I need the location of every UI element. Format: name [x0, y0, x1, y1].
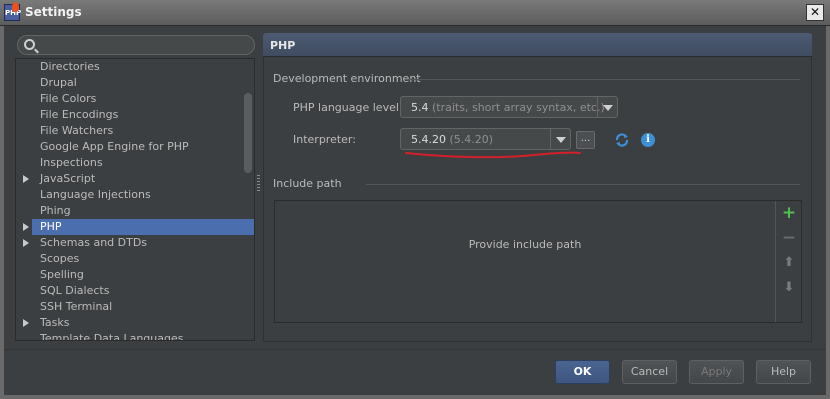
tree-item-label: JavaScript	[40, 172, 96, 185]
chevron-down-icon[interactable]	[550, 129, 570, 149]
dev-env-group-title: Development environment	[273, 72, 421, 85]
tree-item-label: File Colors	[40, 92, 97, 105]
tree-item-label: Spelling	[40, 268, 84, 281]
tree-item[interactable]: Template Data Languages	[16, 331, 242, 341]
ok-button[interactable]: OK	[555, 360, 610, 384]
chevron-down-icon[interactable]	[597, 97, 617, 117]
help-button[interactable]: Help	[756, 360, 811, 384]
interpreter-label: Interpreter:	[293, 133, 356, 146]
expand-arrow-icon[interactable]	[23, 319, 29, 327]
move-up-icon[interactable]: ⬆	[781, 255, 797, 271]
language-level-value: 5.4	[411, 101, 429, 114]
tree-item-label: SSH Terminal	[40, 300, 113, 313]
tree-item-label: File Watchers	[40, 124, 114, 137]
panel-header: PHP	[263, 33, 812, 57]
tree-item[interactable]: SSH Terminal	[16, 299, 242, 315]
tree-item[interactable]: Inspections	[16, 155, 242, 171]
red-annotation-underline	[405, 151, 581, 159]
include-path-empty-text: Provide include path	[468, 238, 582, 251]
tree-item[interactable]: SQL Dialects	[16, 283, 242, 299]
cancel-button[interactable]: Cancel	[622, 360, 677, 384]
include-path-toolbar: + − ⬆ ⬇	[775, 201, 801, 322]
tree-item[interactable]: Scopes	[16, 251, 242, 267]
page-title: PHP	[270, 39, 296, 52]
tree-item[interactable]: Directories	[16, 59, 242, 75]
tree-item-label: Drupal	[40, 76, 77, 89]
settings-tree[interactable]: Template Data Languages Tasks SSH Terminal…	[15, 58, 255, 341]
add-icon[interactable]: +	[781, 205, 797, 222]
interpreter-hint: (5.4.20)	[449, 133, 494, 146]
tree-item[interactable]: Drupal	[16, 75, 242, 91]
splitter-handle[interactable]	[257, 175, 260, 193]
tree-item-label: Template Data Languages	[40, 332, 184, 341]
expand-arrow-icon[interactable]	[23, 239, 29, 247]
tree-item-label: Scopes	[40, 252, 80, 265]
tree-item[interactable]: File Encodings	[16, 107, 242, 123]
tree-item-label: Schemas and DTDs	[40, 236, 148, 249]
tree-item[interactable]: Phing	[16, 203, 242, 219]
tree-item-label: Directories	[40, 60, 100, 73]
close-button[interactable]: ✕	[806, 4, 824, 21]
flame-icon	[12, 2, 19, 12]
tree-item[interactable]: Google App Engine for PHP	[16, 139, 242, 155]
tree-item-label: SQL Dialects	[40, 284, 110, 297]
close-icon: ✕	[809, 5, 821, 19]
tree-scrollbar[interactable]	[244, 93, 252, 173]
remove-icon[interactable]: −	[781, 230, 797, 247]
footer-divider	[4, 349, 826, 350]
include-path-group-title: Include path	[273, 177, 342, 190]
title-bar: PHP Settings ✕	[0, 0, 830, 26]
move-down-icon[interactable]: ⬇	[781, 280, 797, 296]
tree-item[interactable]: Tasks	[16, 315, 242, 331]
tree-item-label: File Encodings	[40, 108, 119, 121]
language-level-hint: (traits, short array syntax, etc.)	[432, 101, 605, 114]
apply-button[interactable]: Apply	[689, 360, 744, 384]
tree-item-label: PHP	[40, 220, 62, 233]
interpreter-value: 5.4.20	[411, 133, 446, 146]
include-path-list[interactable]: Provide include path + − ⬆ ⬇	[274, 200, 802, 323]
sync-icon[interactable]	[614, 132, 630, 148]
tree-item-label: Tasks	[40, 316, 70, 329]
tree-item[interactable]: Language Injections	[16, 187, 242, 203]
tree-item-label: Language Injections	[40, 188, 151, 201]
search-icon	[24, 39, 35, 50]
tree-item[interactable]: File Watchers	[16, 123, 242, 139]
tree-item[interactable]: File Colors	[16, 91, 242, 107]
language-level-label: PHP language level:	[293, 101, 403, 114]
window-title: Settings	[25, 5, 82, 19]
expand-arrow-icon[interactable]	[23, 175, 29, 183]
tree-item-label: Google App Engine for PHP	[40, 140, 189, 153]
search-input[interactable]	[40, 38, 250, 52]
tree-item[interactable]: JavaScript	[16, 171, 242, 187]
tree-item[interactable]: PHP	[23, 219, 254, 235]
settings-search[interactable]	[17, 35, 255, 55]
tree-item[interactable]: Schemas and DTDs	[16, 235, 242, 251]
expand-arrow-icon[interactable]	[23, 223, 29, 231]
info-icon[interactable]: i	[641, 133, 655, 147]
tree-item-label: Inspections	[40, 156, 103, 169]
language-level-select[interactable]: 5.4 (traits, short array syntax, etc.)	[400, 96, 618, 118]
tree-item-label: Phing	[40, 204, 71, 217]
tree-item[interactable]: Spelling	[16, 267, 242, 283]
include-path-divider	[366, 184, 800, 185]
dev-env-divider	[408, 79, 800, 80]
